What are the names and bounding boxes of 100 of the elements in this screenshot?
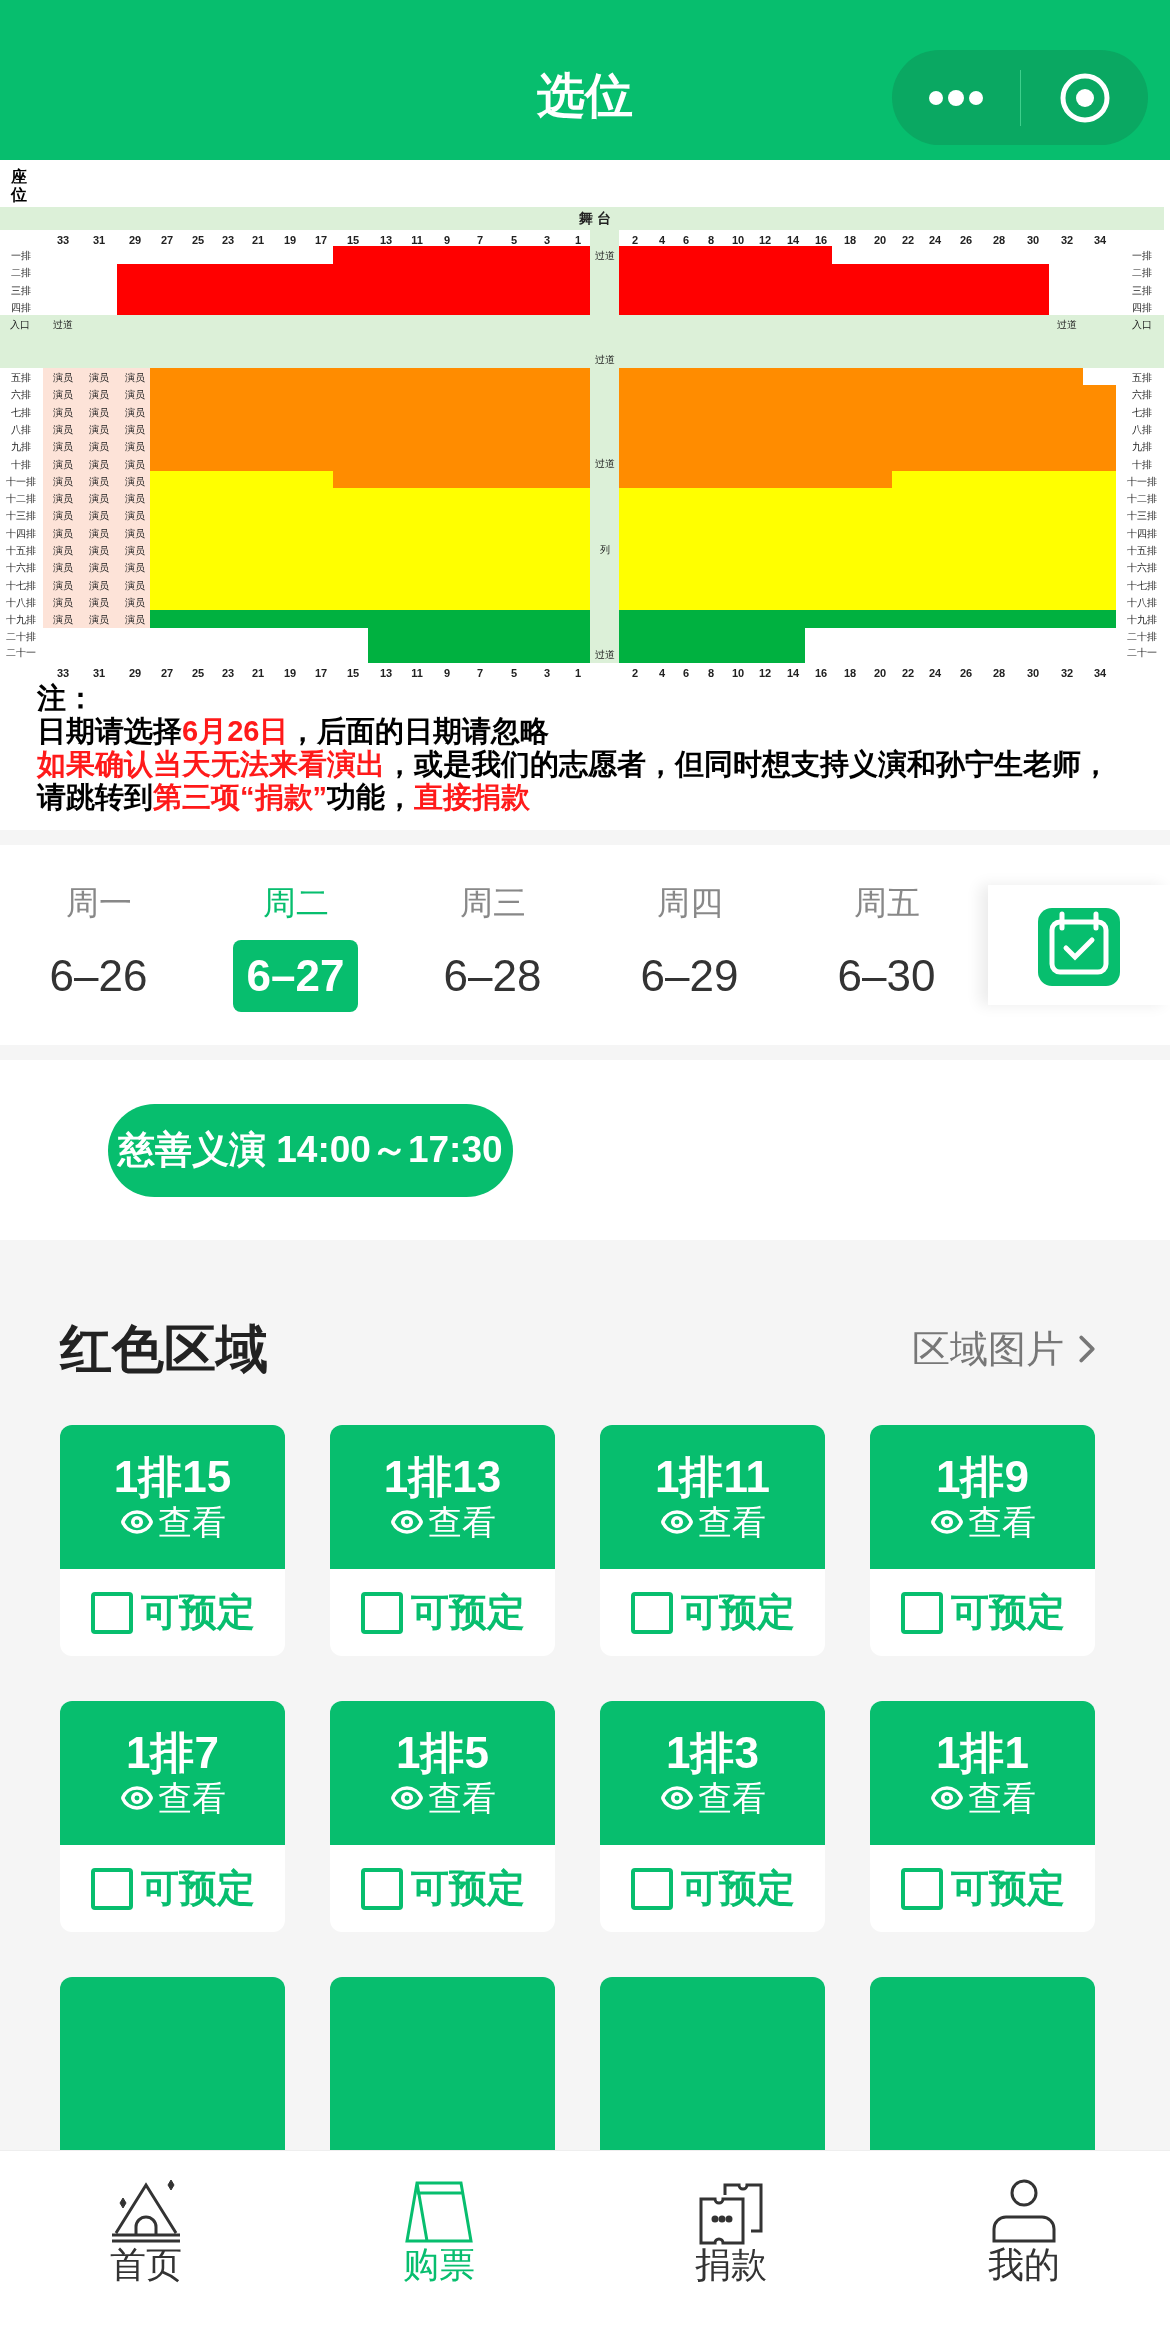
seat-card[interactable]: 1排15 查看 可预定 [60, 1425, 285, 1656]
seat-card[interactable]: 1排3 查看 可预定 [600, 1701, 825, 1932]
availability-label: 可预定 [950, 1590, 1065, 1635]
column-number: 5 [510, 234, 518, 246]
column-number: 28 [992, 234, 1006, 246]
actor-seat-label: 演员 [125, 373, 145, 383]
view-link[interactable]: 查看 [929, 1505, 1036, 1539]
tab-bar-item[interactable]: 捐款 [585, 2151, 878, 2351]
column-number: 3 [543, 667, 551, 679]
seat-map-corner-label: 座位 [11, 168, 27, 204]
actor-seat-label: 演员 [53, 459, 73, 470]
view-link[interactable]: 查看 [659, 1781, 766, 1815]
date-label: 6–27 [232, 939, 359, 1012]
row-label: 一排 [1132, 251, 1152, 261]
seat-card[interactable]: 1排5 查看 可预定 [330, 1701, 555, 1932]
column-number: 34 [1093, 667, 1107, 679]
actor-seat-label: 演员 [89, 615, 109, 626]
session-chip[interactable]: 慈善义演 14:00～17:30 [108, 1103, 513, 1197]
view-link[interactable]: 查看 [119, 1781, 226, 1815]
seat-label: 1排7 [126, 1731, 219, 1775]
seat-card[interactable]: 1排11 查看 可预定 [600, 1425, 825, 1656]
checkbox[interactable] [630, 1867, 673, 1910]
column-number: 19 [283, 667, 297, 679]
row-label: 四排 [1132, 302, 1152, 313]
weekday-label: 周二 [262, 883, 329, 924]
view-link[interactable]: 查看 [929, 1781, 1036, 1815]
actor-seat-label: 演员 [89, 459, 109, 470]
column-number: 18 [843, 234, 857, 246]
seat-card[interactable]: 1排7 查看 可预定 [60, 1701, 285, 1932]
column-number: 1 [574, 234, 582, 246]
row-label: 十一排 [6, 476, 36, 487]
seat-label: 1排13 [383, 1455, 502, 1499]
row-label: 七排 [1132, 407, 1152, 418]
row-label: 十排 [1132, 459, 1152, 470]
view-link[interactable]: 查看 [389, 1505, 496, 1539]
column-number: 20 [873, 234, 887, 246]
aisle-label: 过道 [595, 251, 615, 261]
column-number: 8 [707, 667, 715, 679]
actor-seat-label: 演员 [53, 407, 73, 418]
row-label: 七排 [11, 407, 31, 418]
checkbox[interactable] [90, 1591, 133, 1634]
actor-seat-label: 演员 [89, 511, 109, 522]
checkbox[interactable] [360, 1591, 403, 1634]
row-label: 十四排 [6, 528, 36, 539]
checkbox[interactable] [360, 1867, 403, 1910]
column-number: 4 [658, 234, 666, 246]
date-tab[interactable]: 周四 6–29 [591, 845, 788, 1045]
column-number: 31 [92, 234, 106, 246]
column-number: 30 [1026, 667, 1040, 679]
tab-bar-item[interactable]: 首页 [0, 2151, 293, 2351]
column-number: 27 [160, 234, 174, 246]
seat-card[interactable]: 1排13 查看 可预定 [330, 1425, 555, 1656]
actor-seat-label: 演员 [89, 597, 109, 608]
row-label: 十排 [11, 459, 31, 470]
checkbox[interactable] [630, 1591, 673, 1634]
page-title: 选位 [537, 68, 633, 124]
row-label: 八排 [11, 424, 31, 435]
aisle-label: 过道 [1057, 320, 1077, 330]
date-tab[interactable]: 周三 6–28 [394, 845, 591, 1045]
row-label: 二十排 [1127, 632, 1157, 642]
row-label: 十八排 [1127, 597, 1157, 608]
column-number: 6 [682, 234, 690, 246]
actor-seat-label: 演员 [125, 424, 145, 435]
tent-icon [110, 2179, 183, 2245]
zone-image-link[interactable]: 区域图片 [912, 1320, 1110, 1378]
date-tab[interactable]: 周一 6–26 [0, 845, 197, 1045]
column-number: 12 [758, 667, 772, 679]
column-number: 20 [873, 667, 887, 679]
aisle-label: 过道 [595, 355, 615, 365]
actor-seat-label: 演员 [53, 615, 73, 626]
checkbox[interactable] [900, 1591, 943, 1634]
weekday-label: 周一 [65, 883, 132, 924]
more-icon [928, 89, 984, 106]
view-link[interactable]: 查看 [389, 1781, 496, 1815]
column-number: 12 [758, 234, 772, 246]
view-link[interactable]: 查看 [119, 1505, 226, 1539]
column-number: 26 [959, 667, 973, 679]
row-label: 十二排 [6, 494, 36, 505]
tab-bar-item[interactable]: 购票 [292, 2151, 585, 2351]
view-link[interactable]: 查看 [659, 1505, 766, 1539]
seat-card[interactable]: 1排1 查看 可预定 [870, 1701, 1095, 1932]
date-tab[interactable]: 周五 6–30 [788, 845, 985, 1045]
row-label: 十二排 [1127, 494, 1157, 505]
actor-seat-label: 演员 [53, 546, 73, 556]
availability-label: 可预定 [950, 1866, 1065, 1911]
actor-seat-label: 演员 [53, 476, 73, 487]
seat-card[interactable]: 1排9 查看 可预定 [870, 1425, 1095, 1656]
actor-seat-label: 演员 [89, 580, 109, 591]
actor-seat-label: 演员 [89, 563, 109, 574]
row-label: 二排 [11, 268, 31, 279]
column-number: 27 [160, 667, 174, 679]
column-number: 25 [191, 234, 205, 246]
actor-seat-label: 演员 [125, 459, 145, 470]
column-number: 32 [1060, 667, 1074, 679]
note-text: 日期请选择6月26日，后面的日期请忽略 [37, 715, 551, 748]
calendar-button[interactable] [988, 885, 1170, 1005]
date-tab[interactable]: 周二 6–27 [197, 845, 394, 1045]
checkbox[interactable] [90, 1867, 133, 1910]
checkbox[interactable] [900, 1867, 943, 1910]
tab-bar-item[interactable]: 我的 [877, 2151, 1170, 2351]
